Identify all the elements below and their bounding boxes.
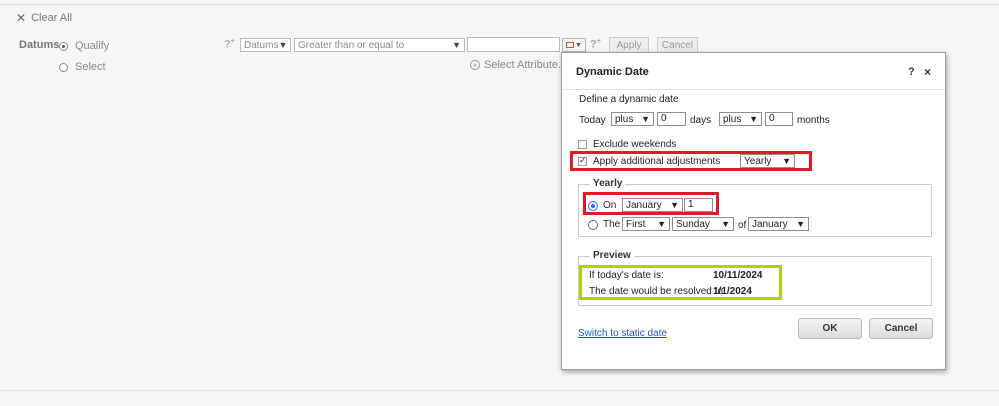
radio-qualify-dot[interactable] (59, 41, 68, 51)
radio-qualify[interactable]: Qualify (59, 40, 109, 52)
weekday-select[interactable]: Sunday ▼ (672, 217, 734, 231)
resolved-label: The date would be resolved to: (589, 286, 726, 297)
ok-button[interactable]: OK (798, 318, 862, 339)
clear-all-label: Clear All (31, 12, 73, 24)
days-operator-select[interactable]: plus ▼ (611, 112, 654, 126)
chevron-down-icon: ▼ (796, 219, 805, 229)
radio-select-dot[interactable] (59, 62, 68, 72)
attribute-select-value: Datums (244, 39, 279, 51)
operator-select[interactable]: Greater than or equal to ▼ (294, 38, 465, 52)
clear-all-button[interactable]: ✕ Clear All (16, 11, 72, 25)
preview-legend: Preview (590, 250, 634, 261)
weekday-value: Sunday (676, 218, 710, 230)
calendar-icon (566, 42, 575, 48)
today-label: Today (579, 115, 606, 126)
of-label: of (738, 220, 747, 231)
ordinal-select[interactable]: First ▼ (622, 217, 670, 231)
apply-adjustments-label: Apply additional adjustments (593, 156, 721, 167)
operator-select-value: Greater than or equal to (298, 39, 405, 51)
months-label: months (797, 115, 830, 126)
months-input[interactable]: 0 (765, 112, 793, 126)
radio-on-dot[interactable] (588, 200, 598, 211)
radio-on[interactable]: On (588, 200, 616, 211)
exclude-weekends-label: Exclude weekends (593, 139, 677, 150)
close-icon: ✕ (16, 11, 27, 25)
switch-static-date-link[interactable]: Switch to static date (578, 328, 667, 339)
days-operator-value: plus (615, 113, 634, 125)
double-chevron-right-icon: » (470, 60, 480, 70)
chevron-down-icon: ▼ (670, 200, 679, 210)
months-operator-select[interactable]: plus ▼ (719, 112, 762, 126)
radio-the[interactable]: The (588, 219, 620, 230)
top-divider (0, 4, 999, 5)
dialog-header-divider (562, 89, 945, 90)
apply-adjustments-box[interactable] (578, 155, 587, 166)
on-month-select[interactable]: January ▼ (622, 198, 683, 212)
chevron-down-icon: ▼ (657, 219, 666, 229)
dialog-title: Dynamic Date (576, 66, 649, 78)
chevron-down-icon: ▼ (782, 156, 791, 166)
apply-adjustments-checkbox[interactable]: Apply additional adjustments (578, 155, 721, 167)
radio-the-dot[interactable] (588, 219, 598, 230)
chevron-down-icon: ▼ (749, 114, 758, 124)
radio-select-label: Select (75, 61, 106, 73)
help-icon[interactable]: ?+ (224, 38, 235, 51)
date-picker-button[interactable]: ▼ (562, 38, 586, 52)
select-attribute-link[interactable]: » Select Attribute... (470, 59, 567, 71)
days-input[interactable]: 0 (657, 112, 686, 126)
resolved-value: 1/1/2024 (713, 286, 752, 297)
field-label: Datums (19, 39, 60, 51)
yearly-legend: Yearly (590, 178, 626, 189)
radio-on-label: On (603, 200, 617, 211)
today-is-label: If today's date is: (589, 270, 664, 281)
radio-qualify-label: Qualify (75, 40, 110, 52)
attribute-select[interactable]: Datums ▼ (240, 38, 291, 52)
close-icon[interactable]: × (924, 65, 931, 79)
cancel-button[interactable]: Cancel (657, 37, 698, 53)
value-input[interactable] (467, 37, 560, 52)
radio-the-label: The (603, 219, 621, 230)
bottom-divider (0, 390, 999, 391)
radio-select[interactable]: Select (59, 61, 106, 73)
of-month-select[interactable]: January ▼ (748, 217, 809, 231)
exclude-weekends-box[interactable] (578, 140, 587, 149)
help-icon[interactable]: ? (908, 66, 915, 78)
months-operator-value: plus (723, 113, 742, 125)
select-attribute-label: Select Attribute... (484, 59, 568, 71)
help-icon[interactable]: ?+ (590, 38, 601, 51)
today-is-value: 10/11/2024 (713, 270, 763, 281)
chevron-down-icon: ▼ (278, 40, 288, 50)
ordinal-value: First (626, 218, 646, 230)
exclude-weekends-checkbox[interactable]: Exclude weekends (578, 139, 676, 150)
on-day-input[interactable]: 1 (684, 198, 713, 212)
dynamic-date-dialog: Dynamic Date ? × Define a dynamic date T… (561, 52, 946, 370)
chevron-down-icon: ▼ (452, 40, 461, 50)
chevron-down-icon: ▼ (641, 114, 650, 124)
apply-button[interactable]: Apply (609, 37, 649, 53)
on-month-value: January (626, 199, 662, 211)
chevron-down-icon: ▼ (575, 41, 582, 49)
cancel-button[interactable]: Cancel (869, 318, 933, 339)
chevron-down-icon: ▼ (721, 219, 730, 229)
define-label: Define a dynamic date (579, 94, 679, 105)
adjustment-type-select[interactable]: Yearly ▼ (740, 154, 795, 168)
of-month-value: January (752, 218, 788, 230)
days-label: days (690, 115, 712, 126)
adjustment-type-value: Yearly (744, 155, 772, 167)
